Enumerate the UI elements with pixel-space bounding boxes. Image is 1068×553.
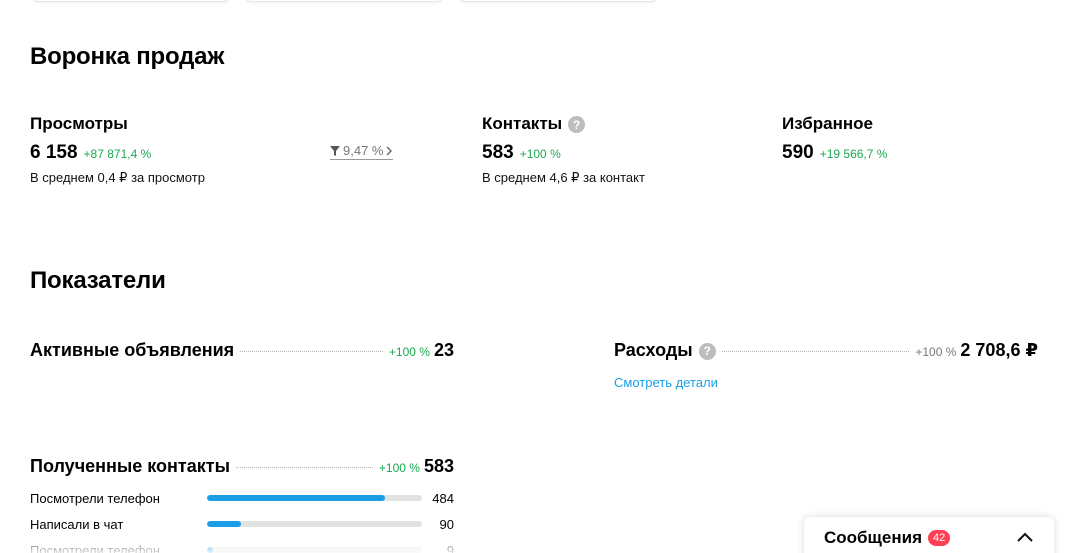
breakdown-label: Посмотрели телефон <box>30 490 160 506</box>
received-contacts-row: Полученные контакты +100 % 583 <box>30 456 454 477</box>
received-contacts-value: 583 <box>423 456 454 476</box>
favorites-value: 590 <box>782 142 814 163</box>
page: Воронка продаж Просмотры 6 158 +87 871,4… <box>0 0 1068 553</box>
breakdown-label: Посмотрели телефон <box>30 542 160 553</box>
messages-widget[interactable]: Сообщения 42 <box>804 517 1054 553</box>
contacts-label-row: Контакты? <box>482 114 586 134</box>
contacts-sub: В среднем 4,6 ₽ за контакт <box>482 170 645 185</box>
top-card-1[interactable] <box>32 0 230 2</box>
contacts-value: 583 <box>482 142 514 163</box>
views-value-row: 6 158 +87 871,4 % <box>30 142 151 164</box>
views-sub: В среднем 0,4 ₽ за просмотр <box>30 170 205 185</box>
received-contacts-label: Полученные контакты <box>30 456 230 476</box>
top-card-2[interactable] <box>245 0 443 2</box>
expenses-row: Расходы ? +100 % 2 708,6 ₽ <box>614 340 1038 361</box>
received-contacts-delta: +100 % <box>378 461 420 475</box>
views-value: 6 158 <box>30 142 78 163</box>
chevron-up-icon[interactable] <box>1016 530 1034 548</box>
favorites-delta: +19 566,7 % <box>819 147 888 161</box>
dotted-leader <box>240 351 383 352</box>
active-ads-delta: +100 % <box>388 345 430 359</box>
conversion-link[interactable]: 9,47 % <box>330 143 394 160</box>
contacts-delta: +100 % <box>519 147 561 161</box>
active-ads-value: 23 <box>433 340 454 360</box>
breakdown-bar <box>207 521 422 527</box>
breakdown-bar <box>207 495 422 501</box>
contact-breakdown-row: Посмотрели телефон 484 <box>30 489 454 507</box>
contacts-value-row: 583 +100 % <box>482 142 561 164</box>
top-card-3[interactable] <box>459 0 657 2</box>
contact-breakdown-row: Написали в чат 90 <box>30 515 454 533</box>
indicators-title: Показатели <box>30 267 166 294</box>
active-ads-label: Активные объявления <box>30 340 235 360</box>
help-icon[interactable]: ? <box>568 116 586 134</box>
breakdown-bar-fill <box>207 495 386 501</box>
breakdown-bar-fill <box>207 547 214 553</box>
breakdown-value: 90 <box>439 516 454 532</box>
breakdown-bar <box>207 547 422 553</box>
chevron-right-icon <box>386 146 393 156</box>
favorites-value-row: 590 +19 566,7 % <box>782 142 887 164</box>
breakdown-label: Написали в чат <box>30 516 124 532</box>
funnel-title: Воронка продаж <box>30 43 225 70</box>
expenses-delta: +100 % <box>915 345 957 359</box>
contacts-label: Контакты <box>482 114 563 133</box>
views-delta: +87 871,4 % <box>83 147 152 161</box>
filter-icon <box>330 145 340 156</box>
conversion-value: 9,47 % <box>343 143 384 158</box>
messages-title: Сообщения <box>824 528 922 547</box>
dotted-leader <box>721 351 910 352</box>
dotted-leader <box>235 467 373 468</box>
views-label: Просмотры <box>30 114 128 133</box>
active-ads-row: Активные объявления +100 % 23 <box>30 340 454 361</box>
help-icon[interactable]: ? <box>698 342 716 360</box>
expenses-label: Расходы <box>614 340 693 360</box>
breakdown-bar-fill <box>207 521 242 527</box>
breakdown-value: 484 <box>432 490 454 506</box>
expenses-value: 2 708,6 ₽ <box>960 340 1038 360</box>
favorites-label: Избранное <box>782 114 873 133</box>
expenses-details-link[interactable]: Смотреть детали <box>614 375 718 390</box>
contact-breakdown-row: Посмотрели телефон 9 <box>30 541 454 553</box>
messages-badge: 42 <box>927 530 951 546</box>
breakdown-value: 9 <box>446 542 454 553</box>
